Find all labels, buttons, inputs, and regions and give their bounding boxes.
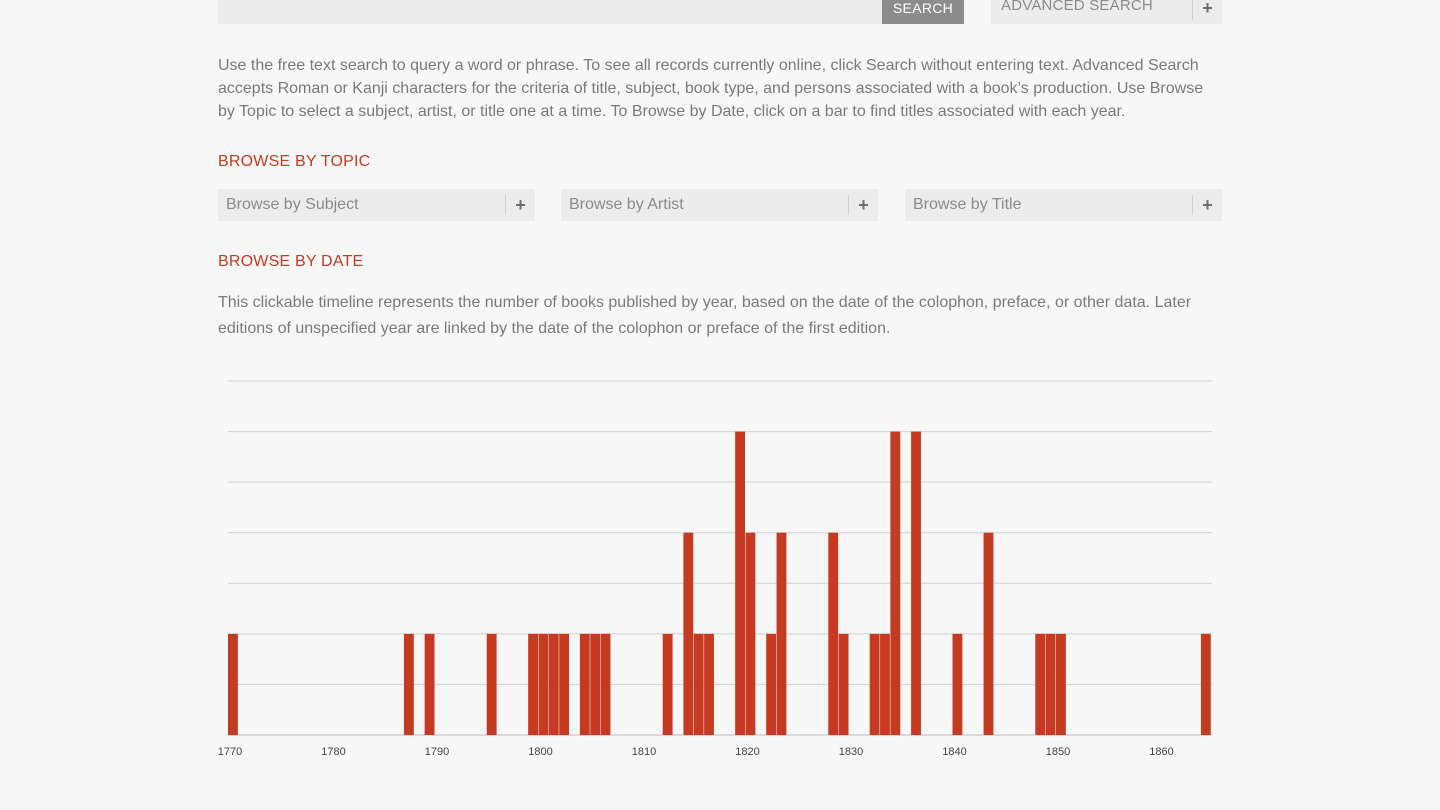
x-tick-label: 1820 (735, 746, 759, 758)
year-bar-1829[interactable] (838, 633, 849, 735)
year-bar-1833[interactable] (880, 633, 890, 735)
x-tick-label: 1810 (632, 746, 656, 758)
year-bar-1789[interactable] (424, 633, 435, 735)
year-bar-1849[interactable] (1045, 633, 1056, 735)
year-bar-1814[interactable] (683, 532, 694, 735)
year-bar-1770[interactable] (228, 633, 238, 735)
year-bar-1795[interactable] (486, 633, 497, 735)
year-bar-1799[interactable] (528, 633, 538, 735)
year-bar-1800[interactable] (538, 633, 549, 735)
year-bar-1815[interactable] (693, 633, 704, 735)
year-bar-1806[interactable] (600, 633, 611, 735)
year-bar-1801[interactable] (548, 633, 559, 735)
year-bar-1832[interactable] (869, 633, 880, 735)
x-tick-label: 1800 (528, 746, 552, 758)
year-bar-1804[interactable] (579, 633, 590, 735)
year-bar-1819[interactable] (735, 431, 745, 735)
year-bar-1864[interactable] (1200, 633, 1211, 735)
year-bar-1820[interactable] (745, 532, 756, 735)
year-bar-1805[interactable] (590, 633, 601, 735)
x-tick-label: 1780 (321, 746, 345, 758)
year-bar-1823[interactable] (776, 532, 787, 735)
x-tick-label: 1790 (425, 746, 449, 758)
x-tick-label: 1840 (942, 746, 966, 758)
year-bar-1840[interactable] (952, 633, 963, 735)
year-bar-1850[interactable] (1056, 633, 1066, 735)
x-tick-label: 1860 (1149, 746, 1173, 758)
year-bar-1843[interactable] (983, 532, 994, 735)
year-bar-1816[interactable] (704, 633, 714, 735)
year-bar-1787[interactable] (403, 633, 414, 735)
x-tick-label: 1850 (1046, 746, 1070, 758)
year-bar-1848[interactable] (1035, 633, 1046, 735)
x-tick-label: 1770 (218, 746, 242, 758)
year-bar-1828[interactable] (828, 532, 839, 735)
year-bar-1802[interactable] (559, 633, 570, 735)
timeline-chart: 1770 1780 1790 1800 1810 1820 1830 1840 1850 1860 (218, 380, 1212, 758)
year-bar-1822[interactable] (766, 633, 777, 735)
year-bar-1836[interactable] (911, 431, 921, 735)
year-bar-1834[interactable] (890, 431, 901, 735)
x-tick-label: 1830 (839, 746, 863, 758)
year-bar-1812[interactable] (662, 633, 673, 735)
